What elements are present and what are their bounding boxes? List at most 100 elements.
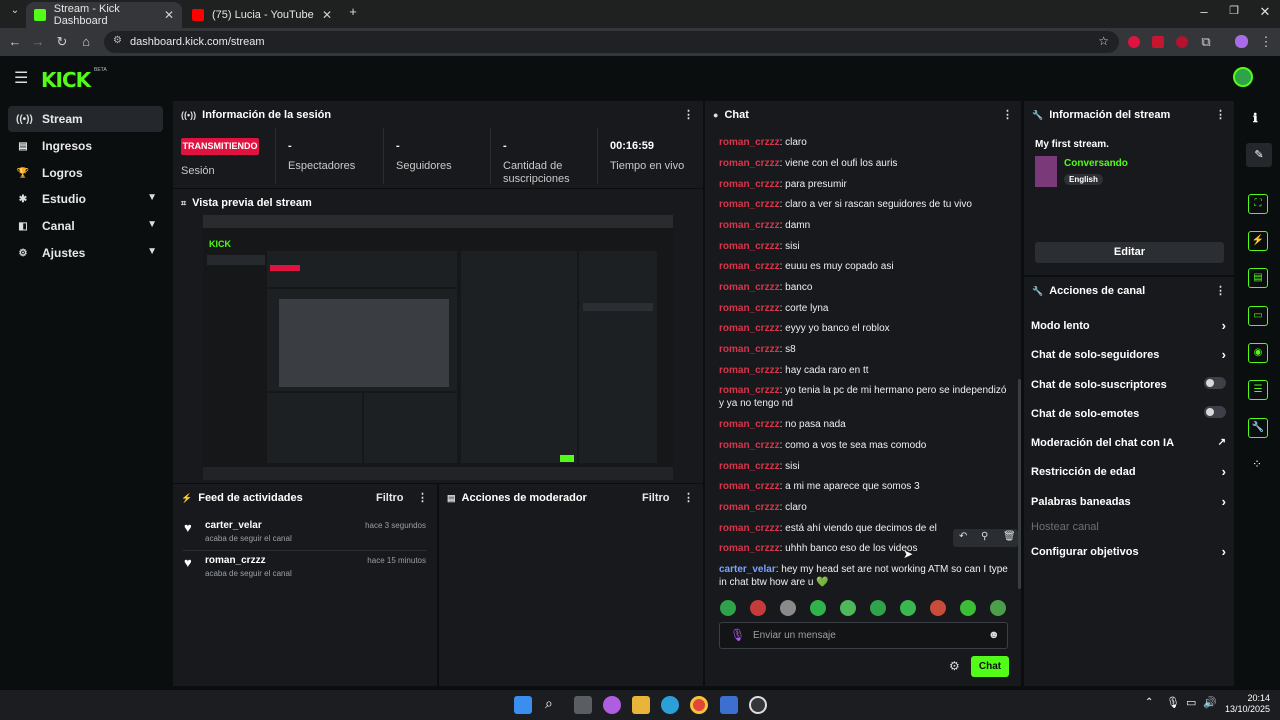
action-banned-words[interactable]: Palabras baneadas › — [1031, 494, 1226, 509]
kebab-menu-icon[interactable]: ⋮ — [1215, 108, 1226, 121]
chat-message[interactable]: roman_crzzz: claro — [719, 136, 1009, 149]
close-window-icon[interactable]: ✕ — [1250, 4, 1280, 20]
browser-menu-icon[interactable]: ⋮ — [1257, 34, 1275, 50]
chat-username[interactable]: roman_crzzz — [719, 241, 780, 252]
action-ai-moderation[interactable]: Moderación del chat con IA ↗ — [1031, 437, 1226, 449]
chat-username[interactable]: roman_crzzz — [719, 419, 780, 430]
emote-icon[interactable] — [900, 600, 916, 616]
chat-username[interactable]: roman_crzzz — [719, 282, 780, 293]
chat-username[interactable]: roman_crzzz — [719, 385, 780, 396]
site-info-icon[interactable]: ⚙ — [113, 35, 122, 46]
extension-record-icon[interactable] — [1128, 36, 1140, 48]
emoji-icon[interactable]: ☻ — [988, 629, 1000, 641]
chat-message[interactable]: roman_crzzz: claro — [719, 501, 1009, 514]
delete-icon[interactable]: 🗑 — [1003, 531, 1016, 542]
list-item[interactable]: ♥ roman_crzzz acaba de seguir el canal h… — [173, 551, 437, 585]
chat-username[interactable]: roman_crzzz — [719, 440, 780, 451]
sidebar-item-ingresos[interactable]: ▤ Ingresos — [8, 133, 163, 159]
task-view-icon[interactable] — [574, 696, 592, 714]
search-icon[interactable]: ⌕ — [545, 695, 553, 712]
sidebar-item-canal[interactable]: ◧ Canal ▼ — [8, 213, 163, 239]
chat-username[interactable]: roman_crzzz — [719, 365, 780, 376]
chat-message[interactable]: roman_crzzz: yo tenia la pc de mi herman… — [719, 384, 1009, 410]
category-name[interactable]: Conversando — [1064, 158, 1128, 169]
sidebar-item-ajustes[interactable]: ⚙ Ajustes ▼ — [8, 240, 163, 266]
chat-message[interactable]: roman_crzzz: viene con el oufi los auris — [719, 157, 1009, 170]
chat-message[interactable]: roman_crzzz: eyyy yo banco el roblox — [719, 322, 1009, 335]
action-age-restriction[interactable]: Restricción de edad › — [1031, 464, 1226, 479]
chat-message[interactable]: roman_crzzz: s8 — [719, 343, 1009, 356]
kebab-menu-icon[interactable]: ⋮ — [683, 108, 694, 121]
document-icon[interactable]: ▤ — [1248, 268, 1268, 288]
microphone-tray-icon[interactable]: 🎙 — [1166, 696, 1180, 709]
tray-chevron-icon[interactable]: ⌃ — [1145, 697, 1153, 708]
sidebar-item-estudio[interactable]: ✱ Estudio ▼ — [8, 186, 163, 212]
chat-username[interactable]: roman_crzzz — [719, 179, 780, 190]
kebab-menu-icon[interactable]: ⋮ — [1002, 108, 1013, 121]
layout-icon[interactable]: ☰ — [1248, 380, 1268, 400]
reload-icon[interactable]: ↻ — [53, 34, 71, 50]
mod-filter-button[interactable]: Filtro — [642, 492, 670, 504]
chat-username[interactable]: roman_crzzz — [719, 137, 780, 148]
close-tab-icon[interactable]: ✕ — [164, 8, 174, 22]
apps-icon[interactable]: ⁘ — [1252, 457, 1262, 471]
obs-icon[interactable] — [749, 696, 767, 714]
chat-icon[interactable]: ▭ — [1248, 306, 1268, 326]
stream-preview-video[interactable]: KICK — [203, 215, 673, 480]
file-explorer-icon[interactable] — [632, 696, 650, 714]
chat-message[interactable]: roman_crzzz: para presumir — [719, 178, 1009, 191]
emote-icon[interactable] — [750, 600, 766, 616]
chat-username[interactable]: carter_velar — [719, 564, 776, 575]
chat-username[interactable]: roman_crzzz — [719, 323, 780, 334]
extensions-puzzle-icon[interactable]: ⧉ — [1197, 34, 1215, 50]
chat-message[interactable]: roman_crzzz: damn — [719, 219, 1009, 232]
sidebar-item-stream[interactable]: ((•)) Stream — [8, 106, 163, 132]
volume-icon[interactable]: 🔊 — [1203, 696, 1217, 709]
store-icon[interactable] — [720, 696, 738, 714]
chat-message[interactable]: roman_crzzz: no pasa nada — [719, 418, 1009, 431]
info-icon[interactable]: ℹ — [1253, 111, 1258, 125]
action-slow-mode[interactable]: Modo lento › — [1031, 318, 1226, 333]
chat-send-button[interactable]: Chat — [971, 656, 1009, 677]
chat-message[interactable]: roman_crzzz: banco — [719, 281, 1009, 294]
kick-logo[interactable]: KICK — [41, 68, 91, 92]
emote-icon[interactable] — [990, 600, 1006, 616]
chat-message[interactable]: roman_crzzz: a mi me aparece que somos 3 — [719, 480, 1009, 493]
kebab-menu-icon[interactable]: ⋮ — [1215, 284, 1226, 297]
microphone-icon[interactable]: 🎙 — [730, 628, 745, 642]
action-followers-only[interactable]: Chat de solo-seguidores › — [1031, 347, 1226, 362]
chat-username[interactable]: roman_crzzz — [719, 502, 780, 513]
network-icon[interactable]: ▭ — [1186, 696, 1196, 709]
profile-avatar[interactable] — [1235, 35, 1248, 48]
extension-icon[interactable] — [1176, 36, 1188, 48]
emote-icon[interactable] — [960, 600, 976, 616]
emote-icon[interactable] — [870, 600, 886, 616]
action-configure-goals[interactable]: Configurar objetivos › — [1031, 544, 1226, 559]
emotes-only-toggle[interactable] — [1204, 406, 1226, 418]
edit-pencil-icon[interactable]: ✎ — [1246, 143, 1272, 167]
feed-filter-button[interactable]: Filtro — [376, 492, 404, 504]
kebab-menu-icon[interactable]: ⋮ — [417, 491, 428, 504]
chat-username[interactable]: roman_crzzz — [719, 543, 780, 554]
emote-icon[interactable] — [720, 600, 736, 616]
emote-icon[interactable] — [930, 600, 946, 616]
chat-message-input[interactable]: 🎙 Enviar un mensaje ☻ — [719, 622, 1008, 649]
chat-username[interactable]: roman_crzzz — [719, 523, 780, 534]
lightning-icon[interactable]: ⚡ — [1248, 231, 1268, 251]
windows-start-icon[interactable] — [514, 696, 532, 714]
extension-icon[interactable] — [1152, 36, 1164, 48]
wrench-rail-icon[interactable]: 🔧 — [1248, 418, 1268, 438]
kebab-menu-icon[interactable]: ⋮ — [683, 491, 694, 504]
copilot-icon[interactable] — [603, 696, 621, 714]
emote-icon[interactable] — [840, 600, 856, 616]
chrome-icon[interactable] — [690, 696, 708, 714]
back-icon[interactable]: ← — [6, 34, 24, 49]
chat-username[interactable]: roman_crzzz — [719, 481, 780, 492]
chat-username[interactable]: roman_crzzz — [719, 344, 780, 355]
chat-message[interactable]: carter_velar: hey my head set are not wo… — [719, 563, 1009, 589]
hamburger-menu-icon[interactable]: ☰ — [14, 68, 28, 88]
chat-message[interactable]: roman_crzzz: euuu es muy copado asi — [719, 260, 1009, 273]
sidebar-item-logros[interactable]: 🏆 Logros — [8, 160, 163, 186]
chat-message[interactable]: roman_crzzz: sisi — [719, 240, 1009, 253]
bookmark-star-icon[interactable]: ☆ — [1098, 34, 1109, 48]
